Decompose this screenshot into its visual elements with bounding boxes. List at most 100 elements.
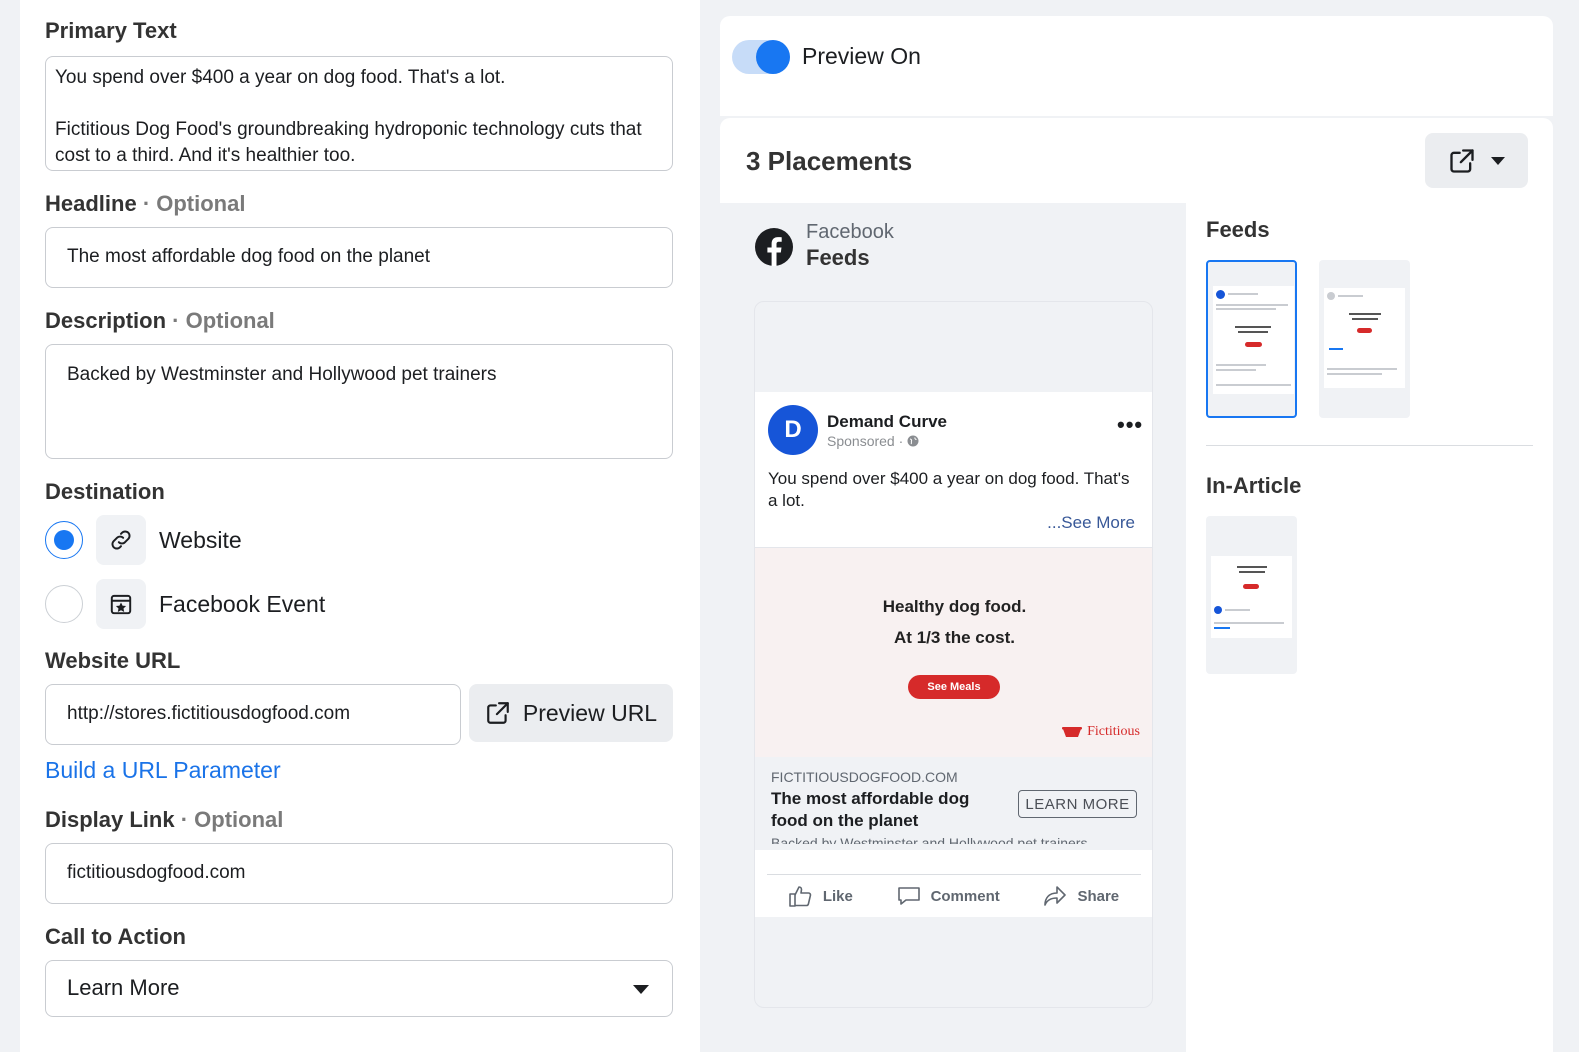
caret-down-icon	[633, 985, 649, 994]
share-icon	[1044, 886, 1067, 906]
website-url-input[interactable]: http://stores.fictitiousdogfood.com	[45, 684, 461, 745]
sponsored-label: Sponsored ·	[827, 433, 919, 449]
share-label: Share	[1077, 887, 1120, 905]
page-name: Demand Curve	[827, 412, 947, 431]
primary-text-input[interactable]: You spend over $400 a year on dog food. …	[45, 56, 673, 171]
build-url-parameter-link[interactable]: Build a URL Parameter	[45, 757, 281, 784]
link-domain: FICTITIOUSDOGFOOD.COM	[771, 769, 958, 785]
cta-select[interactable]: Learn More	[45, 960, 673, 1017]
description-input[interactable]: Backed by Westminster and Hollywood pet …	[45, 344, 673, 459]
share-button[interactable]: Share	[1043, 885, 1119, 907]
like-button[interactable]: Like	[789, 885, 853, 907]
mini-line	[1228, 293, 1258, 295]
more-options-icon[interactable]: •••	[1117, 412, 1143, 438]
feeds-section-label: Feeds	[1206, 217, 1270, 242]
comment-icon	[897, 887, 920, 905]
mini-line	[1329, 348, 1343, 350]
mini-avatar	[1214, 606, 1222, 614]
mini-post	[1211, 556, 1292, 638]
mini-line	[1327, 373, 1382, 375]
like-label: Like	[822, 887, 853, 905]
mini-line	[1216, 304, 1288, 306]
calendar-star-icon	[96, 579, 146, 629]
caret-down-icon	[1490, 156, 1505, 165]
mini-line	[1216, 308, 1276, 310]
external-link-icon	[487, 702, 509, 724]
preview-url-button[interactable]: Preview URL	[469, 684, 673, 742]
mini-line	[1235, 326, 1271, 328]
in-article-section-label: In-Article	[1206, 473, 1302, 498]
comment-button[interactable]: Comment	[897, 885, 1000, 907]
link-preview-bar[interactable]: FICTITIOUSDOGFOOD.COM The most affordabl…	[755, 757, 1152, 850]
optional-tag: · Optional	[136, 191, 246, 216]
mini-line	[1237, 566, 1267, 568]
creative-headline-2: At 1/3 the cost.	[894, 628, 1015, 647]
placements-card: 3 Placements Facebook Feeds D Demand Cur…	[720, 118, 1553, 1052]
link-description: Backed by Westminster and Hollywood pet …	[771, 836, 1088, 844]
mini-post	[1213, 286, 1294, 394]
display-link-label: Display Link · Optional	[45, 807, 283, 833]
website-option-label: Website	[159, 527, 242, 553]
mini-line	[1238, 331, 1268, 333]
feeds-thumbnail-alt[interactable]	[1319, 260, 1410, 418]
preview-area: Facebook Feeds D Demand Curve Sponsored …	[720, 203, 1186, 1052]
mini-avatar	[1216, 290, 1225, 299]
website-url-value: http://stores.fictitiousdogfood.com	[67, 703, 351, 724]
creative-brand-text: Fictitious	[1087, 724, 1140, 739]
link-headline: The most affordable dog food on the plan…	[771, 789, 970, 830]
placement-name: Feeds	[806, 245, 870, 270]
headline-value: The most affordable dog food on the plan…	[67, 246, 431, 267]
mini-line	[1239, 571, 1265, 573]
preview-toggle-card: Preview On	[720, 16, 1553, 116]
primary-text-line2: Fictitious Dog Food's groundbreaking hyd…	[55, 119, 647, 166]
mini-line	[1338, 295, 1363, 297]
placements-title: 3 Placements	[746, 146, 913, 176]
facebook-event-option-label: Facebook Event	[159, 591, 326, 617]
optional-tag: · Optional	[174, 807, 284, 832]
primary-text-label: Primary Text	[45, 18, 177, 43]
display-link-value: fictitiousdogfood.com	[67, 862, 246, 883]
phone-preview-frame: D Demand Curve Sponsored · ••• You spend…	[754, 301, 1153, 1008]
preview-url-label: Preview URL	[522, 699, 658, 726]
facebook-event-radio[interactable]	[45, 585, 83, 623]
optional-tag: · Optional	[166, 308, 275, 333]
bowl-icon	[1062, 727, 1083, 737]
destination-label: Destination	[45, 479, 165, 504]
mini-line	[1216, 384, 1291, 386]
facebook-icon	[755, 228, 793, 266]
in-article-thumbnail[interactable]	[1206, 516, 1297, 674]
ad-post: D Demand Curve Sponsored · ••• You spend…	[755, 392, 1152, 917]
see-more-link[interactable]: ...See More	[1047, 513, 1135, 533]
mini-line	[1214, 622, 1284, 624]
mini-button	[1245, 342, 1262, 347]
mini-line	[1352, 318, 1378, 320]
sidebar-divider	[1206, 445, 1533, 446]
share-preview-dropdown[interactable]	[1425, 133, 1528, 188]
cta-value: Learn More	[67, 975, 180, 1000]
mini-post	[1324, 288, 1405, 388]
thumbs-up-icon	[789, 886, 812, 907]
post-text: You spend over $400 a year on dog food. …	[768, 469, 1130, 510]
website-radio[interactable]	[45, 521, 83, 559]
learn-more-button[interactable]: LEARN MORE	[1018, 790, 1137, 818]
ad-creative-image: Healthy dog food. At 1/3 the cost. See M…	[755, 547, 1152, 757]
mini-button	[1243, 584, 1259, 589]
description-value: Backed by Westminster and Hollywood pet …	[67, 364, 497, 385]
ad-form-panel: Primary Text You spend over $400 a year …	[20, 0, 700, 1052]
link-icon	[96, 515, 146, 565]
headline-input[interactable]: The most affordable dog food on the plan…	[45, 227, 673, 288]
description-label-text: Description	[45, 308, 167, 333]
avatar: D	[768, 405, 818, 455]
creative-brand-logo: Fictitious	[1062, 724, 1140, 740]
mini-line	[1216, 364, 1266, 366]
cta-label: Call to Action	[45, 924, 186, 949]
creative-see-meals-button: See Meals	[908, 675, 1000, 699]
headline-label-text: Headline	[45, 191, 137, 216]
feeds-thumbnail-selected[interactable]	[1206, 260, 1297, 418]
placement-sidebar: Feeds In-Article	[1186, 203, 1553, 1052]
display-link-input[interactable]: fictitiousdogfood.com	[45, 843, 673, 904]
description-label: Description · Optional	[45, 308, 275, 334]
creative-headline-1: Healthy dog food.	[882, 597, 1027, 616]
preview-toggle[interactable]	[732, 40, 790, 74]
sponsored-text: Sponsored ·	[827, 433, 904, 449]
